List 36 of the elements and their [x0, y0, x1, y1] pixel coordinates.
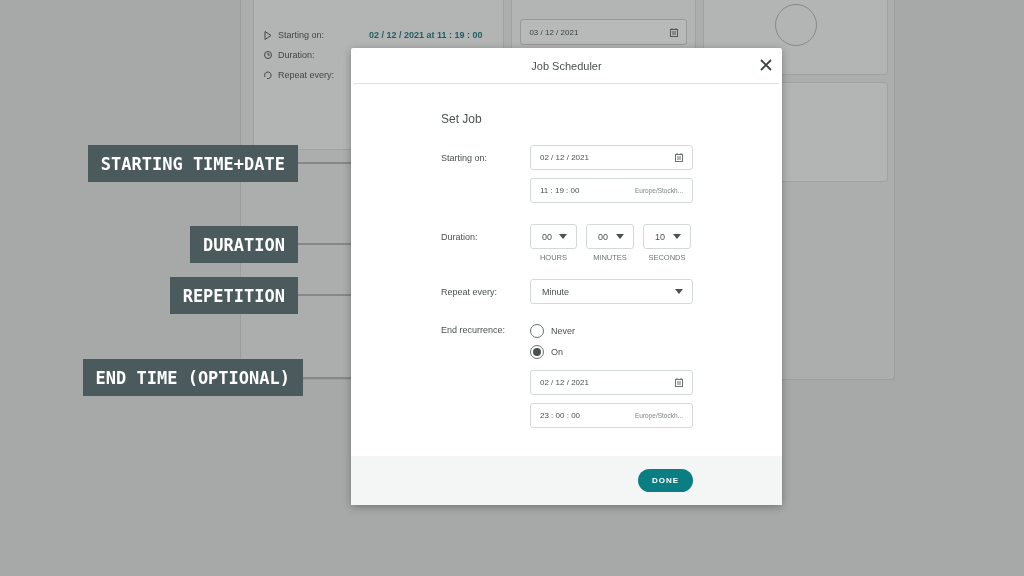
calendar-icon — [675, 378, 683, 387]
annotation-label: END TIME (OPTIONAL) — [82, 359, 303, 396]
caret-icon — [673, 234, 681, 239]
annotation-label: DURATION — [190, 226, 298, 263]
date-field[interactable]: 02 / 12 / 2021 — [530, 145, 693, 170]
repeat-icon — [264, 71, 272, 79]
dialog-title: Job Scheduler — [531, 59, 602, 72]
calendar-icon — [670, 27, 678, 37]
play-icon — [264, 30, 272, 40]
summary-label: Starting on: — [278, 30, 326, 40]
date-field[interactable]: 02 / 12 / 2021 — [530, 370, 693, 395]
field-label: Starting on: — [441, 152, 489, 163]
caret-icon — [616, 234, 624, 239]
close-icon — [759, 58, 773, 72]
duration-select[interactable]: 00 — [586, 224, 634, 249]
duration-select[interactable]: 00 — [530, 224, 577, 249]
radio-option[interactable]: On — [530, 345, 693, 359]
annotation-label: STARTING TIME+DATE — [87, 145, 298, 182]
section-title: Set Job — [441, 112, 483, 126]
radio-option[interactable]: Never — [530, 324, 693, 338]
repeat-select[interactable]: Minute — [530, 279, 693, 304]
calendar-icon — [675, 153, 683, 162]
summary-value: 02 / 12 / 2021 at 11 : 19 : 00 — [369, 30, 483, 40]
field-label: End recurrence: — [441, 324, 507, 335]
caret-icon — [559, 234, 567, 239]
duration-select[interactable]: 10 — [643, 224, 691, 249]
summary-label: Repeat every: — [278, 70, 336, 80]
caret-icon — [675, 289, 683, 294]
field-label: Repeat every: — [441, 286, 499, 297]
summary-label: Duration: — [278, 50, 316, 60]
date-field[interactable]: 03 / 12 / 2021 — [520, 19, 687, 45]
field-label: Duration: — [441, 231, 479, 242]
close-button[interactable] — [759, 58, 773, 72]
clock-icon — [264, 51, 272, 59]
done-button[interactable]: DONE — [638, 469, 693, 492]
annotation-label: REPETITION — [169, 277, 298, 314]
